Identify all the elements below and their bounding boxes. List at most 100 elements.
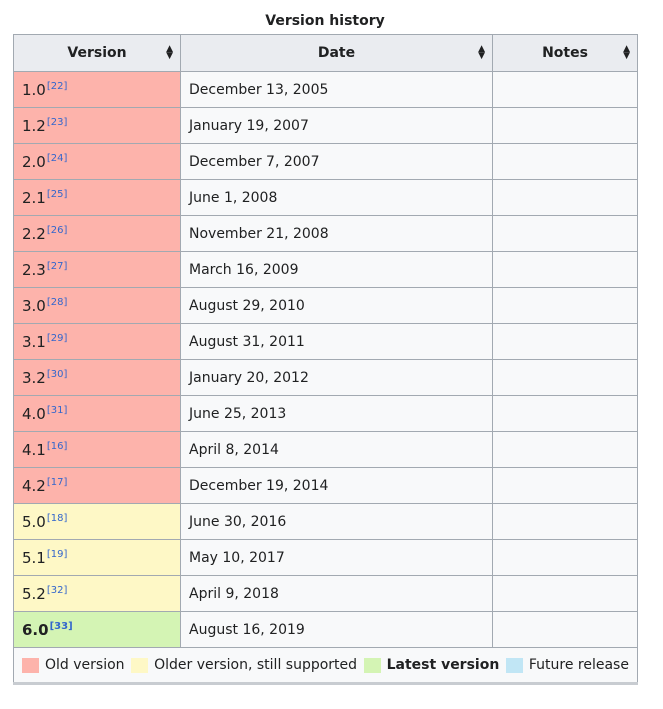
date-cell: November 21, 2008 xyxy=(180,215,493,252)
notes-cell xyxy=(492,143,638,180)
legend-swatch xyxy=(363,657,381,673)
legend-item: Older version, still supported xyxy=(131,657,357,673)
notes-cell xyxy=(492,539,638,576)
sort-icon[interactable]: ▲ ▼ xyxy=(623,45,630,61)
header-version[interactable]: Version ▲ ▼ xyxy=(13,34,181,72)
legend-item: Latest version xyxy=(363,657,500,673)
version-cell: 3.2[30] xyxy=(13,359,181,396)
version-number: 4.0 xyxy=(22,404,46,423)
version-number: 2.0 xyxy=(22,152,46,171)
notes-cell xyxy=(492,107,638,144)
version-cell: 4.2[17] xyxy=(13,467,181,504)
reference-link[interactable]: [23] xyxy=(47,117,68,128)
table-row: 5.1[19] May 10, 2017 xyxy=(13,539,638,576)
version-number: 4.2 xyxy=(22,476,46,495)
reference-link[interactable]: [24] xyxy=(47,153,68,164)
date-cell: June 1, 2008 xyxy=(180,179,493,216)
version-cell: 6.0[33] xyxy=(13,611,181,648)
version-cell: 1.0[22] xyxy=(13,71,181,108)
table-row: 2.2[26] November 21, 2008 xyxy=(13,215,638,252)
reference-link[interactable]: [25] xyxy=(47,189,68,200)
version-cell: 1.2[23] xyxy=(13,107,181,144)
date-cell: August 31, 2011 xyxy=(180,323,493,360)
table-row: 1.0[22] December 13, 2005 xyxy=(13,71,638,108)
reference-link[interactable]: [30] xyxy=(47,369,68,380)
date-cell: March 16, 2009 xyxy=(180,251,493,288)
reference-link[interactable]: [18] xyxy=(47,513,68,524)
legend-item: Old version xyxy=(22,657,125,673)
table-row: 1.2[23] January 19, 2007 xyxy=(13,107,638,144)
date-cell: August 16, 2019 xyxy=(180,611,493,648)
version-history-table: Version ▲ ▼ Date ▲ ▼ Notes ▲ ▼ 1.0[22] Decem… xyxy=(13,34,638,685)
version-cell: 5.2[32] xyxy=(13,575,181,612)
sort-icon[interactable]: ▲ ▼ xyxy=(166,45,173,61)
version-number: 6.0 xyxy=(22,620,49,639)
notes-cell xyxy=(492,323,638,360)
notes-cell xyxy=(492,611,638,648)
table-row: 4.1[16] April 8, 2014 xyxy=(13,431,638,468)
date-cell: August 29, 2010 xyxy=(180,287,493,324)
legend-swatch xyxy=(131,657,149,673)
version-cell: 2.2[26] xyxy=(13,215,181,252)
table-caption: Version history xyxy=(265,13,385,29)
reference-link[interactable]: [27] xyxy=(47,261,68,272)
version-cell: 5.0[18] xyxy=(13,503,181,540)
legend-label: Future release xyxy=(528,657,629,673)
notes-cell xyxy=(492,359,638,396)
version-number: 3.0 xyxy=(22,296,46,315)
table-row: 2.1[25] June 1, 2008 xyxy=(13,179,638,216)
table-row: 4.2[17] December 19, 2014 xyxy=(13,467,638,504)
version-cell: 4.0[31] xyxy=(13,395,181,432)
version-cell: 2.0[24] xyxy=(13,143,181,180)
notes-cell xyxy=(492,395,638,432)
date-cell: December 7, 2007 xyxy=(180,143,493,180)
table-body: 1.0[22] December 13, 2005 1.2[23] January 1… xyxy=(13,71,638,648)
table-row: 2.0[24] December 7, 2007 xyxy=(13,143,638,180)
reference-link[interactable]: [32] xyxy=(47,585,68,596)
table-row: 3.1[29] August 31, 2011 xyxy=(13,323,638,360)
notes-cell xyxy=(492,575,638,612)
version-cell: 3.0[28] xyxy=(13,287,181,324)
version-cell: 4.1[16] xyxy=(13,431,181,468)
version-cell: 2.3[27] xyxy=(13,251,181,288)
table-row: 5.2[32] April 9, 2018 xyxy=(13,575,638,612)
legend-swatch xyxy=(505,657,523,673)
header-row: Version ▲ ▼ Date ▲ ▼ Notes ▲ ▼ xyxy=(13,34,638,72)
reference-link[interactable]: [29] xyxy=(47,333,68,344)
version-number: 5.0 xyxy=(22,512,46,531)
date-cell: April 9, 2018 xyxy=(180,575,493,612)
table-row: 5.0[18] June 30, 2016 xyxy=(13,503,638,540)
header-date-label: Date xyxy=(317,45,356,61)
table-row: 6.0[33] August 16, 2019 xyxy=(13,611,638,648)
reference-link[interactable]: [26] xyxy=(47,225,68,236)
legend: Old version Older version, still supporte… xyxy=(22,657,629,673)
header-notes[interactable]: Notes ▲ ▼ xyxy=(492,34,638,72)
notes-cell xyxy=(492,287,638,324)
reference-link[interactable]: [17] xyxy=(47,477,68,488)
date-cell: January 20, 2012 xyxy=(180,359,493,396)
legend-item: Future release xyxy=(505,657,629,673)
legend-label: Latest version xyxy=(386,657,500,673)
legend-cell: Old version Older version, still supporte… xyxy=(13,647,638,685)
version-number: 5.1 xyxy=(22,548,46,567)
date-cell: June 25, 2013 xyxy=(180,395,493,432)
table-row: 2.3[27] March 16, 2009 xyxy=(13,251,638,288)
reference-link[interactable]: [22] xyxy=(47,81,68,92)
table-row: 3.2[30] January 20, 2012 xyxy=(13,359,638,396)
version-number: 3.1 xyxy=(22,332,46,351)
reference-link[interactable]: [16] xyxy=(47,441,68,452)
notes-cell xyxy=(492,71,638,108)
reference-link[interactable]: [33] xyxy=(50,621,73,632)
version-number: 2.1 xyxy=(22,188,46,207)
sort-icon[interactable]: ▲ ▼ xyxy=(478,45,485,61)
reference-link[interactable]: [19] xyxy=(47,549,68,560)
reference-link[interactable]: [28] xyxy=(47,297,68,308)
reference-link[interactable]: [31] xyxy=(47,405,68,416)
version-cell: 2.1[25] xyxy=(13,179,181,216)
date-cell: January 19, 2007 xyxy=(180,107,493,144)
legend-row: Old version Older version, still supporte… xyxy=(13,647,638,685)
version-history-table-wrapper: Version ▲ ▼ Date ▲ ▼ Notes ▲ ▼ 1.0[22] Decem… xyxy=(13,34,638,685)
header-date[interactable]: Date ▲ ▼ xyxy=(180,34,493,72)
version-number: 5.2 xyxy=(22,584,46,603)
notes-cell xyxy=(492,503,638,540)
